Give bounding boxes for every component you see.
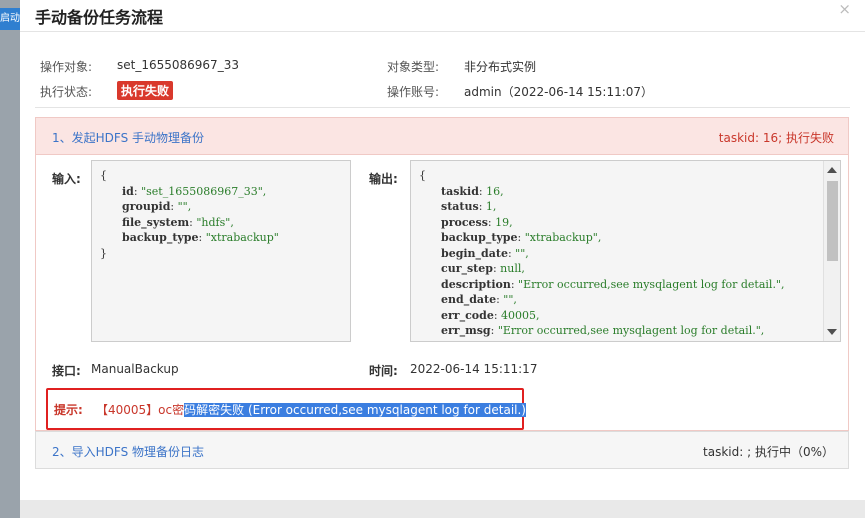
hint-message[interactable]: 【40005】oc密码解密失败 (Error occurred,see mysq… bbox=[96, 401, 526, 418]
code-value: null, bbox=[500, 262, 525, 275]
object-value: set_1655086967_33 bbox=[117, 58, 239, 72]
step1-header[interactable]: 1、发起HDFS 手动物理备份 taskid: 16; 执行失败 bbox=[36, 118, 848, 155]
step1-status: taskid: 16; 执行失败 bbox=[718, 131, 834, 145]
code-key: begin_date bbox=[441, 246, 508, 260]
code-line: } bbox=[100, 247, 107, 260]
code-line: err_code: 40005, bbox=[441, 309, 540, 322]
dialog-title: 手动备份任务流程 bbox=[35, 8, 164, 27]
scroll-down-arrow-icon[interactable] bbox=[827, 329, 837, 335]
type-label: 对象类型: bbox=[387, 60, 440, 74]
code-value: "xtrabackup", bbox=[524, 231, 602, 244]
step1-panel: 1、发起HDFS 手动物理备份 taskid: 16; 执行失败 输入: { id… bbox=[35, 117, 849, 431]
status-label: 执行状态: bbox=[40, 85, 93, 99]
status-badge: 执行失败 bbox=[117, 81, 174, 100]
code-key: backup_type bbox=[122, 231, 199, 244]
code-key: file_system bbox=[122, 215, 190, 229]
hint-selected-text: 码解密失败 (Error occurred,see mysqlagent log… bbox=[184, 403, 526, 417]
interface-value: ManualBackup bbox=[91, 362, 179, 376]
code-value: 16, bbox=[486, 184, 504, 198]
code-value: "Error occurred,see mysqlagent log for d… bbox=[497, 324, 765, 337]
object-label: 操作对象: bbox=[40, 60, 93, 74]
code-value: "", bbox=[177, 200, 192, 213]
code-colon: : bbox=[133, 184, 142, 198]
code-value: 1, bbox=[485, 200, 497, 213]
code-value: "Error occurred,see mysqlagent log for d… bbox=[518, 277, 785, 291]
code-colon: : bbox=[510, 277, 519, 291]
code-line: file_system: "hdfs", bbox=[122, 216, 234, 229]
backup-flow-dialog: 手动备份任务流程 × 操作对象: set_1655086967_33 对象类型:… bbox=[20, 0, 865, 500]
code-key: { bbox=[419, 169, 426, 182]
interface-label: 接口: bbox=[52, 364, 81, 378]
code-colon: : bbox=[517, 231, 525, 244]
code-key: err_msg bbox=[441, 324, 491, 337]
input-code-box[interactable]: {id: "set_1655086967_33", groupid: "", fil… bbox=[91, 160, 351, 342]
code-key: process bbox=[441, 215, 488, 229]
output-scrollbar[interactable] bbox=[823, 161, 840, 341]
step2-panel[interactable]: 2、导入HDFS 物理备份日志 taskid: ; 执行中（0%） bbox=[35, 431, 849, 469]
code-line: process: 19, bbox=[441, 216, 513, 229]
code-colon: : bbox=[493, 308, 502, 322]
code-value: "xtrabackup" bbox=[205, 231, 279, 244]
code-line: description: "Error occurred,see mysqlag… bbox=[441, 278, 785, 291]
background-tab[interactable]: 启动 bbox=[0, 8, 20, 30]
code-line: { bbox=[419, 169, 426, 182]
code-colon: : bbox=[490, 324, 498, 337]
code-key: taskid bbox=[441, 184, 479, 198]
input-label: 输入: bbox=[52, 172, 81, 186]
code-value: 19, bbox=[495, 215, 513, 229]
background-bottom bbox=[20, 500, 865, 518]
code-line: status: 1, bbox=[441, 200, 496, 213]
output-code-box[interactable]: { taskid: 16, status: 1, process: 19, backup… bbox=[410, 160, 841, 342]
code-value: "set_1655086967_33", bbox=[141, 184, 267, 198]
code-key: groupid bbox=[122, 200, 171, 213]
scroll-up-arrow-icon[interactable] bbox=[827, 167, 837, 173]
code-key: id bbox=[122, 184, 134, 198]
scroll-thumb[interactable] bbox=[827, 181, 838, 261]
code-line: id: "set_1655086967_33", bbox=[122, 185, 266, 198]
code-key: err_code bbox=[441, 308, 494, 322]
code-colon: : bbox=[198, 231, 206, 244]
code-key: description bbox=[441, 277, 511, 291]
code-key: status bbox=[441, 200, 479, 213]
time-label: 时间: bbox=[369, 364, 398, 378]
time-value: 2022-06-14 15:11:17 bbox=[410, 362, 538, 376]
code-line: backup_type: "xtrabackup", bbox=[441, 231, 601, 244]
code-colon: : bbox=[170, 200, 178, 213]
code-key: } bbox=[100, 246, 107, 260]
step2-title: 2、导入HDFS 物理备份日志 bbox=[52, 445, 205, 459]
background-sidebar: 启动 bbox=[0, 0, 20, 518]
code-line: end_date: "", bbox=[441, 293, 517, 306]
step1-title: 1、发起HDFS 手动物理备份 bbox=[52, 131, 205, 145]
code-value: "", bbox=[503, 293, 517, 306]
code-line: backup_type: "xtrabackup" bbox=[122, 231, 279, 244]
code-value: "", bbox=[515, 246, 529, 260]
code-colon: : bbox=[478, 200, 486, 213]
code-line: cur_step: null, bbox=[441, 262, 525, 275]
code-line: groupid: "", bbox=[122, 200, 191, 213]
code-line: { bbox=[100, 169, 107, 182]
error-hint-box: 提示: 【40005】oc密码解密失败 (Error occurred,see … bbox=[46, 388, 526, 430]
code-line: begin_date: "", bbox=[441, 247, 529, 260]
code-line: taskid: 16, bbox=[441, 185, 504, 198]
step2-status: taskid: ; 执行中（0%） bbox=[703, 445, 834, 459]
account-label: 操作账号: bbox=[387, 85, 440, 99]
code-key: end_date bbox=[441, 293, 497, 306]
code-value: 40005, bbox=[501, 308, 540, 322]
hint-prefix: 【40005】oc密 bbox=[96, 403, 185, 417]
code-value: "hdfs", bbox=[196, 215, 234, 229]
title-divider bbox=[20, 31, 865, 32]
output-label: 输出: bbox=[369, 172, 398, 186]
code-key: cur_step bbox=[441, 262, 493, 275]
type-value: 非分布式实例 bbox=[464, 60, 537, 74]
info-divider bbox=[35, 107, 850, 108]
close-icon[interactable]: × bbox=[838, 0, 851, 18]
code-line: err_msg: "Error occurred,see mysqlagent … bbox=[441, 324, 764, 337]
account-value: admin（2022-06-14 15:11:07） bbox=[464, 85, 654, 99]
code-key: backup_type bbox=[441, 231, 518, 244]
hint-label: 提示: bbox=[54, 403, 83, 417]
code-key: { bbox=[100, 169, 107, 182]
